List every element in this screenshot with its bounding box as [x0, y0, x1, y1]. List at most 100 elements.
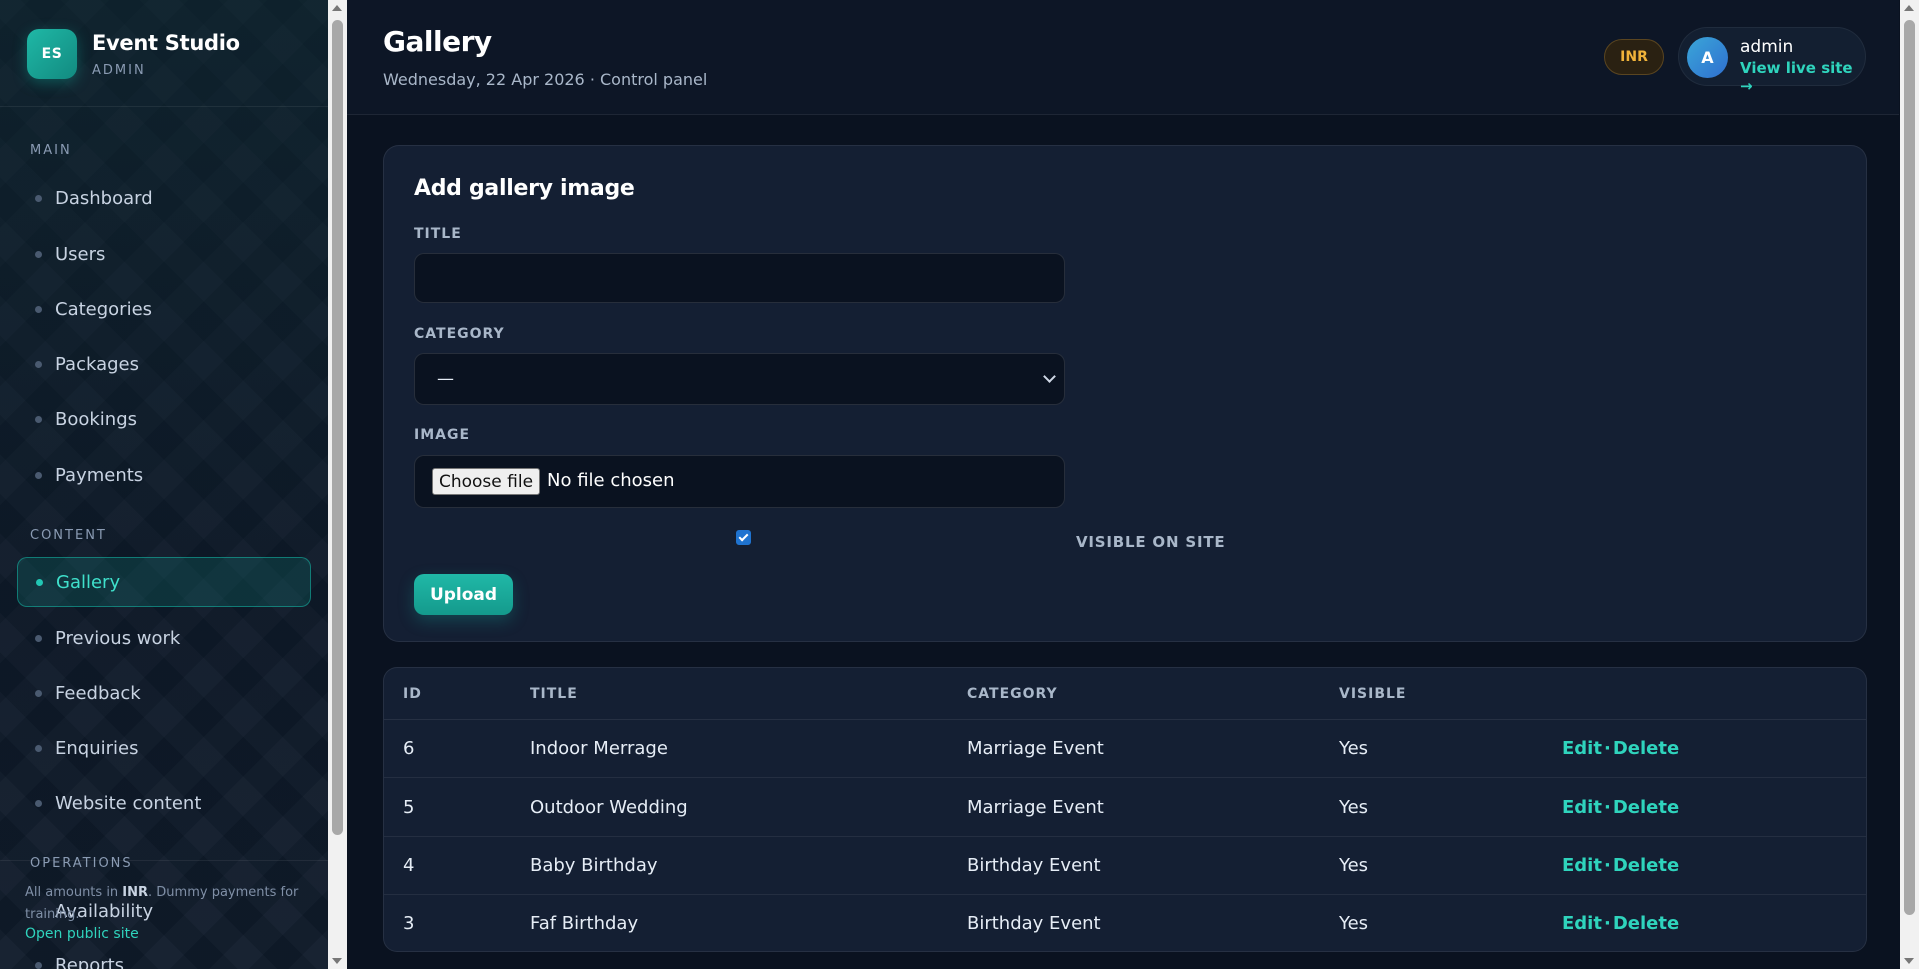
brand-name: Event Studio [92, 30, 240, 55]
edit-link[interactable]: Edit [1562, 913, 1602, 934]
topbar: Gallery Wednesday, 22 Apr 2026 · Control… [347, 0, 1899, 115]
action-separator: · [1603, 855, 1611, 876]
sidebar-item-users[interactable]: Users [17, 229, 311, 279]
column-header-category: CATEGORY [967, 686, 1058, 702]
divider [0, 106, 328, 107]
sidebar-item-dashboard[interactable]: Dashboard [17, 173, 311, 223]
edit-link[interactable]: Edit [1562, 738, 1602, 759]
cell-visible: Yes [1339, 855, 1369, 876]
user-menu[interactable]: A admin View live site → [1678, 27, 1866, 95]
scroll-up-icon[interactable] [1904, 5, 1914, 11]
edit-link[interactable]: Edit [1562, 797, 1602, 818]
column-header-visible: VISIBLE [1339, 686, 1407, 702]
sidebar-item-packages[interactable]: Packages [17, 339, 311, 389]
bullet-icon [35, 634, 42, 642]
scroll-up-icon[interactable] [332, 5, 342, 11]
scrollbar-thumb[interactable] [332, 20, 343, 835]
row-actions: Edit · Delete [1562, 913, 1679, 934]
image-label: IMAGE [414, 427, 471, 443]
view-live-site-link[interactable]: View live site → [1740, 59, 1865, 95]
title-input[interactable] [414, 253, 1065, 303]
delete-link[interactable]: Delete [1613, 855, 1679, 876]
cell-id: 6 [403, 738, 415, 759]
row-actions: Edit · Delete [1562, 855, 1679, 876]
bullet-icon [35, 689, 42, 697]
sidebar-item-label: Feedback [55, 682, 141, 704]
sidebar-item-payments[interactable]: Payments [17, 450, 311, 500]
upload-button[interactable]: Upload [414, 574, 513, 615]
currency-badge: INR [1604, 39, 1664, 75]
cell-title: Baby Birthday [530, 855, 658, 876]
delete-link[interactable]: Delete [1613, 797, 1679, 818]
cell-title: Faf Birthday [530, 913, 639, 934]
page-title: Gallery [383, 25, 492, 58]
cell-id: 5 [403, 797, 415, 818]
bullet-icon [35, 799, 42, 807]
row-actions: Edit · Delete [1562, 738, 1679, 759]
table-row: 3 Faf Birthday Birthday Event Yes Edit · D… [384, 895, 1866, 951]
bullet-icon [35, 360, 42, 368]
cell-visible: Yes [1339, 738, 1369, 759]
bullet-icon [35, 194, 42, 202]
sidebar-item-label: Categories [55, 298, 153, 320]
bullet-icon [35, 305, 42, 313]
cell-category: Birthday Event [967, 913, 1101, 934]
sidebar-item-categories[interactable]: Categories [17, 284, 311, 334]
sidebar-item-bookings[interactable]: Bookings [17, 394, 311, 444]
scrollbar-thumb[interactable] [1904, 20, 1915, 915]
action-separator: · [1603, 738, 1611, 759]
chevron-down-icon [1043, 370, 1056, 383]
category-select[interactable]: — [414, 353, 1065, 405]
scroll-down-icon[interactable] [1904, 958, 1914, 964]
image-file-input[interactable]: Choose file No file chosen [414, 455, 1065, 508]
row-actions: Edit · Delete [1562, 797, 1679, 818]
cell-category: Birthday Event [967, 855, 1101, 876]
delete-link[interactable]: Delete [1613, 738, 1679, 759]
sidebar-item-label: Previous work [55, 627, 181, 649]
sidebar-item-label: Enquiries [55, 737, 139, 759]
brand-logo: ES [27, 29, 77, 79]
brand-role: ADMIN [92, 62, 146, 78]
footer-note-currency: INR [122, 885, 149, 900]
choose-file-button[interactable]: Choose file [432, 468, 540, 495]
title-label: TITLE [414, 226, 462, 242]
sidebar-item-label: Dashboard [55, 187, 153, 209]
sidebar-item-label: Packages [55, 353, 139, 375]
sidebar-item-previous-work[interactable]: Previous work [17, 613, 311, 663]
page-scrollbar[interactable] [1900, 0, 1919, 969]
bullet-icon [35, 415, 42, 423]
scroll-down-icon[interactable] [332, 958, 342, 964]
cell-visible: Yes [1339, 797, 1369, 818]
sidebar-item-label: Website content [55, 792, 202, 814]
cell-category: Marriage Event [967, 738, 1104, 759]
sidebar-footer-note: All amounts in INR. Dummy payments for t… [25, 882, 315, 926]
sidebar-item-label: Gallery [56, 571, 121, 593]
cell-category: Marriage Event [967, 797, 1104, 818]
user-name: admin [1740, 37, 1794, 57]
table-header: ID TITLE CATEGORY VISIBLE [384, 668, 1866, 720]
sidebar-item-website-content[interactable]: Website content [17, 778, 311, 828]
bullet-icon [35, 744, 42, 752]
sidebar-item-feedback[interactable]: Feedback [17, 668, 311, 718]
bullet-icon [36, 578, 43, 586]
edit-link[interactable]: Edit [1562, 855, 1602, 876]
bullet-icon [35, 250, 42, 258]
category-label: CATEGORY [414, 326, 505, 342]
sidebar-item-reports[interactable]: Reports [17, 940, 311, 969]
sidebar-scrollbar[interactable] [328, 0, 347, 969]
table-row: 4 Baby Birthday Birthday Event Yes Edit ·… [384, 837, 1866, 895]
form-title: Add gallery image [414, 176, 635, 201]
visible-checkbox[interactable] [736, 530, 751, 545]
delete-link[interactable]: Delete [1613, 913, 1679, 934]
file-status: No file chosen [547, 470, 675, 491]
sidebar-item-gallery[interactable]: Gallery [17, 557, 311, 607]
brand[interactable]: ES Event Studio ADMIN [27, 29, 240, 79]
add-gallery-form: Add gallery image TITLE CATEGORY — IMAGE… [383, 145, 1867, 642]
check-icon [738, 531, 749, 542]
cell-title: Indoor Merrage [530, 738, 668, 759]
sidebar-item-enquiries[interactable]: Enquiries [17, 723, 311, 773]
nav-section-operations: OPERATIONS [30, 856, 133, 871]
table-row: 5 Outdoor Wedding Marriage Event Yes Edi… [384, 779, 1866, 837]
open-public-site-link[interactable]: Open public site [25, 926, 139, 942]
cell-id: 4 [403, 855, 415, 876]
